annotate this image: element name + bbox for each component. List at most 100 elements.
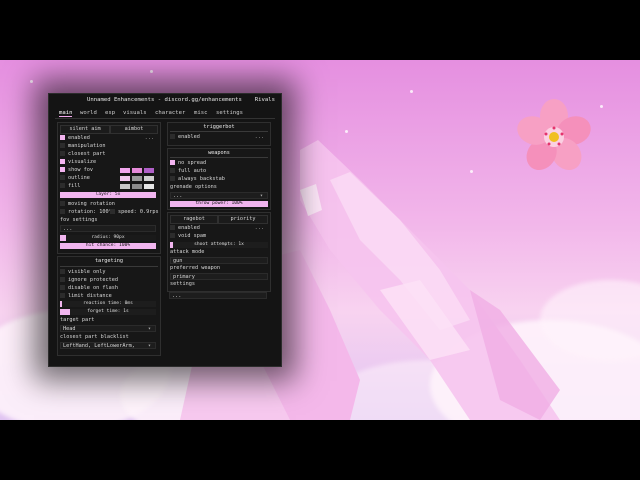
ragebot-enabled-toggle[interactable]: enabled...	[170, 225, 268, 232]
cherry-blossom-icon	[517, 99, 591, 171]
label: speed: 0.9rps	[118, 209, 159, 215]
visible-only-toggle[interactable]: visible only	[60, 269, 105, 276]
checkbox[interactable]	[60, 175, 65, 180]
preferred-weapon-label: preferred weapon	[170, 265, 220, 271]
checkbox[interactable]	[170, 134, 175, 139]
color-swatch[interactable]	[144, 168, 154, 173]
no-spread-toggle[interactable]: no spread	[170, 160, 206, 167]
fill-toggle[interactable]: fill	[60, 183, 81, 190]
checkbox[interactable]	[170, 168, 175, 173]
slider-label: throw power: 100%	[195, 201, 243, 206]
checkbox[interactable]	[60, 209, 65, 214]
aim-section: silent aim aimbot enabled... manipulatio…	[57, 122, 161, 356]
more-button[interactable]: ...	[255, 225, 264, 232]
ragebot-tab[interactable]: ragebot	[170, 215, 218, 224]
checkbox[interactable]	[60, 285, 65, 290]
void-spam-toggle[interactable]: void spam	[170, 233, 206, 240]
color-swatch[interactable]	[120, 176, 130, 181]
tab-misc[interactable]: misc	[194, 110, 207, 116]
grenade-options-dropdown[interactable]: ... ▾	[170, 192, 268, 199]
checkbox[interactable]	[60, 143, 65, 148]
reaction-time-slider[interactable]: reaction time: 0ms	[60, 301, 156, 307]
more-button[interactable]: ...	[255, 134, 264, 141]
checkbox[interactable]	[60, 167, 65, 172]
dropdown-value: ...	[173, 193, 183, 199]
checkbox[interactable]	[170, 233, 175, 238]
color-swatch[interactable]	[120, 184, 130, 189]
chevron-down-icon: ▾	[259, 193, 263, 199]
checkbox[interactable]	[60, 201, 65, 206]
priority-tab[interactable]: priority	[218, 215, 268, 224]
silent-aim-tab[interactable]: silent aim	[60, 125, 110, 134]
triggerbot-enabled-toggle[interactable]: enabled...	[170, 134, 268, 141]
speed-value[interactable]: speed: 0.9rps	[110, 209, 159, 216]
tab-world[interactable]: world	[80, 110, 97, 116]
color-swatch[interactable]	[144, 176, 154, 181]
label: closest part	[68, 151, 106, 157]
color-swatch[interactable]	[132, 168, 142, 173]
window-title: Unnamed Enhancements - discord.gg/enhanc…	[87, 97, 242, 103]
aim-enabled-toggle[interactable]: enabled...	[60, 135, 158, 142]
checkbox[interactable]	[60, 293, 65, 298]
layer-slider[interactable]: layer: 5x	[60, 192, 156, 198]
chevron-down-icon: ▾	[147, 343, 151, 349]
full-auto-toggle[interactable]: full auto	[170, 168, 206, 175]
target-part-dropdown[interactable]: Head ▾	[60, 325, 156, 332]
aimbot-tab[interactable]: aimbot	[110, 125, 158, 134]
outline-toggle[interactable]: outline	[60, 175, 90, 182]
checkbox[interactable]	[60, 159, 65, 164]
always-backstab-toggle[interactable]: always backstab	[170, 176, 225, 183]
title-bar[interactable]: Unnamed Enhancements - discord.gg/enhanc…	[49, 94, 281, 106]
slider-label: layer: 5x	[95, 192, 121, 197]
checkbox[interactable]	[60, 135, 65, 140]
throw-power-slider[interactable]: throw power: 100%	[170, 201, 268, 207]
more-button[interactable]: ...	[145, 135, 154, 142]
disable-on-flash-toggle[interactable]: disable on flash	[60, 285, 118, 292]
ignore-protected-toggle[interactable]: ignore protected	[60, 277, 118, 284]
label: ignore protected	[68, 277, 118, 283]
dropdown-value: gun	[173, 258, 183, 264]
targeting-header: targeting	[94, 258, 124, 264]
color-swatch[interactable]	[144, 184, 154, 189]
settings-dropdown[interactable]: ...	[169, 292, 267, 299]
manipulation-toggle[interactable]: manipulation	[60, 143, 105, 150]
checkbox[interactable]	[60, 151, 65, 156]
checkbox[interactable]	[170, 225, 175, 230]
checkbox[interactable]	[60, 269, 65, 274]
weapons-box: weapons no spread full auto always backs…	[167, 148, 271, 210]
forget-time-slider[interactable]: forget time: 1s	[60, 309, 156, 315]
dropdown-value: Head	[63, 326, 76, 332]
tab-character[interactable]: character	[155, 110, 185, 116]
label: void spam	[178, 233, 207, 239]
color-swatch[interactable]	[132, 176, 142, 181]
tab-settings[interactable]: settings	[216, 110, 243, 116]
color-swatch[interactable]	[132, 184, 142, 189]
label: moving rotation	[68, 201, 115, 207]
attack-mode-dropdown[interactable]: gun	[170, 257, 268, 264]
closest-part-toggle[interactable]: closest part	[60, 151, 105, 158]
preferred-weapon-dropdown[interactable]: primary	[170, 273, 268, 280]
fov-settings-dropdown[interactable]: ...	[60, 225, 156, 232]
checkbox[interactable]	[60, 277, 65, 282]
shoot-attempts-slider[interactable]: shoot attempts: 1x	[170, 242, 268, 248]
moving-rotation-toggle[interactable]: moving rotation	[60, 201, 115, 208]
checkbox[interactable]	[60, 183, 65, 188]
radius-slider[interactable]: radius: 90px	[60, 235, 156, 241]
color-swatch[interactable]	[120, 168, 130, 173]
blacklist-dropdown[interactable]: LeftHand, LeftLowerArm, ▾	[60, 342, 156, 349]
checkbox[interactable]	[110, 209, 115, 214]
tab-visuals[interactable]: visuals	[123, 110, 147, 116]
label: enabled	[178, 225, 200, 231]
checkbox[interactable]	[170, 160, 175, 165]
dropdown-value: ...	[63, 226, 73, 232]
limit-distance-toggle[interactable]: limit distance	[60, 293, 112, 300]
visualize-toggle[interactable]: visualize	[60, 159, 96, 166]
tab-esp[interactable]: esp	[105, 110, 115, 116]
label: visualize	[68, 159, 97, 165]
blacklist-label: closest part blacklist	[60, 334, 129, 340]
rotation-value[interactable]: rotation: 100°	[60, 209, 112, 216]
tab-main[interactable]: main	[59, 110, 73, 117]
hit-chance-slider[interactable]: hit chance: 100%	[60, 243, 156, 249]
show-fov-toggle[interactable]: show fov	[60, 167, 93, 174]
checkbox[interactable]	[170, 176, 175, 181]
